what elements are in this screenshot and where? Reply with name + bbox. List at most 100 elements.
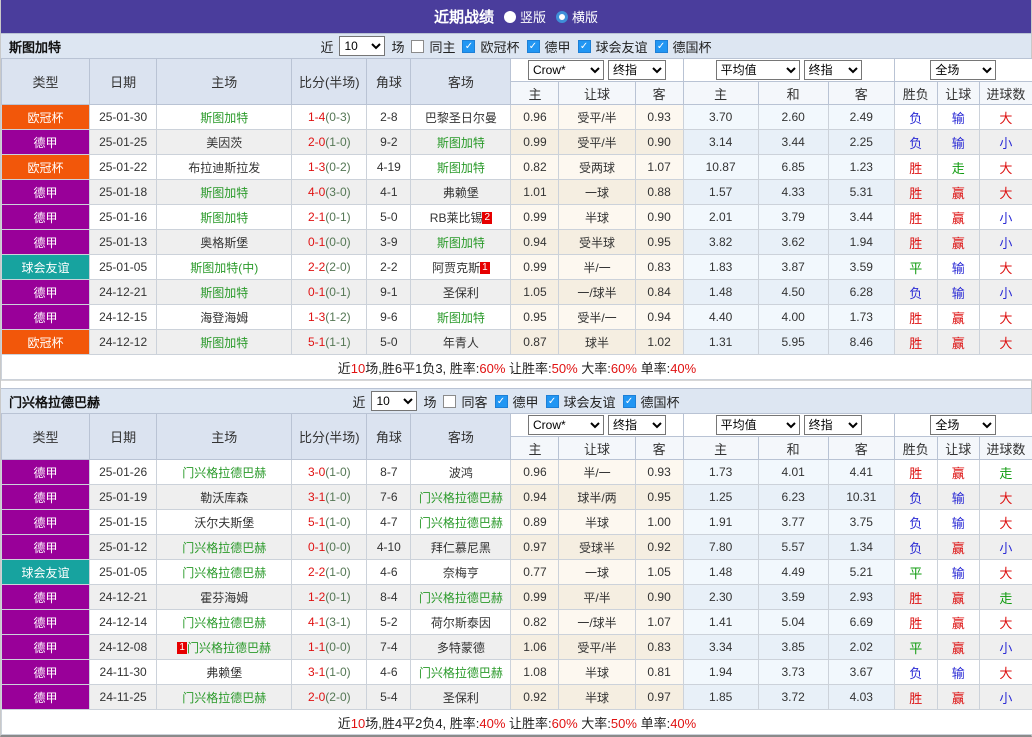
- match-date-cell: 24-11-30: [90, 660, 157, 685]
- average-odds-cell-2: 2.02: [828, 635, 894, 660]
- col-home-header: 主场: [157, 414, 292, 460]
- avg-odds-group-header: 平均值终指: [683, 59, 894, 82]
- result-cell-2: 走: [979, 585, 1032, 610]
- average-odds-cell-1: 6.23: [758, 485, 828, 510]
- match-date-cell: 25-01-18: [90, 180, 157, 205]
- summary-text: 场,胜6平1负3, 胜率:: [365, 361, 479, 376]
- competition-checkbox-2[interactable]: ✓: [578, 40, 591, 53]
- fulltime-score: 3-0: [308, 465, 325, 479]
- average-odds-cell-2: 3.44: [828, 205, 894, 230]
- handicap-odds-cell-1: 半/一: [559, 460, 635, 485]
- average-odds-cell-2: 6.28: [828, 280, 894, 305]
- result-cell-2: 大: [979, 330, 1032, 355]
- match-date-cell: 25-01-16: [90, 205, 157, 230]
- average-select[interactable]: 平均值: [716, 415, 800, 435]
- team-name-text: 阿贾克斯: [432, 261, 480, 275]
- layout-radio-horizontal[interactable]: 横版: [556, 7, 598, 26]
- home-team-cell: 沃尔夫斯堡: [157, 510, 292, 535]
- fulltime-score: 0-1: [308, 285, 325, 299]
- result-cell-1: 赢: [937, 305, 979, 330]
- period-select[interactable]: 全场: [930, 60, 996, 80]
- corner-cell: 7-4: [367, 635, 411, 660]
- result-cell-0: 负: [894, 105, 937, 130]
- handicap-odds-cell-0: 0.82: [511, 155, 559, 180]
- filter-games-label: 场: [423, 392, 436, 411]
- subheader-6: 胜负: [894, 437, 937, 460]
- competition-type-cell: 德甲: [2, 205, 90, 230]
- score-cell: 3-1(1-0): [292, 485, 367, 510]
- handicap-odds-cell-2: 0.95: [635, 230, 683, 255]
- halftime-score: (0-1): [325, 285, 350, 299]
- average-odds-cell-0: 2.30: [683, 585, 758, 610]
- result-cell-0: 负: [894, 485, 937, 510]
- same-venue-checkbox[interactable]: [411, 40, 424, 53]
- corner-cell: 5-2: [367, 610, 411, 635]
- result-cell-2: 大: [979, 610, 1032, 635]
- period-select[interactable]: 全场: [930, 415, 996, 435]
- average-odds-cell-1: 5.57: [758, 535, 828, 560]
- bookmaker-select[interactable]: Crow*: [528, 60, 604, 80]
- home-team-cell: 布拉迪斯拉发: [157, 155, 292, 180]
- same-venue-checkbox[interactable]: [443, 395, 456, 408]
- avg-stage-select[interactable]: 终指: [804, 60, 862, 80]
- home-team-cell: 美因茨: [157, 130, 292, 155]
- match-row: 德甲25-01-15沃尔夫斯堡5-1(1-0)4-7门兴格拉德巴赫0.89半球1…: [2, 510, 1032, 535]
- match-row: 德甲25-01-12门兴格拉德巴赫0-1(0-0)4-10拜仁慕尼黑0.97受球…: [2, 535, 1032, 560]
- odds-stage-select[interactable]: 终指: [608, 415, 666, 435]
- average-odds-cell-0: 1.25: [683, 485, 758, 510]
- away-team-cell: 门兴格拉德巴赫: [411, 660, 511, 685]
- result-cell-2: 小: [979, 230, 1032, 255]
- handicap-odds-cell-0: 0.95: [511, 305, 559, 330]
- handicap-odds-cell-2: 0.92: [635, 535, 683, 560]
- average-odds-cell-2: 3.67: [828, 660, 894, 685]
- odds-stage-select[interactable]: 终指: [608, 60, 666, 80]
- avg-stage-select[interactable]: 终指: [804, 415, 862, 435]
- average-odds-cell-0: 1.48: [683, 560, 758, 585]
- average-odds-cell-2: 5.21: [828, 560, 894, 585]
- halftime-score: (0-3): [325, 110, 350, 124]
- team-name-text: 巴黎圣日尔曼: [425, 111, 497, 125]
- average-odds-cell-0: 1.85: [683, 685, 758, 710]
- competition-checkbox-1[interactable]: ✓: [527, 40, 540, 53]
- result-cell-2: 大: [979, 510, 1032, 535]
- competition-type-cell: 德甲: [2, 610, 90, 635]
- average-odds-cell-2: 2.49: [828, 105, 894, 130]
- score-cell: 2-0(2-0): [292, 685, 367, 710]
- match-date-cell: 24-11-25: [90, 685, 157, 710]
- result-cell-0: 胜: [894, 585, 937, 610]
- bookmaker-select[interactable]: Crow*: [528, 415, 604, 435]
- competition-type-cell: 德甲: [2, 180, 90, 205]
- away-team-cell: 年青人: [411, 330, 511, 355]
- summary-stat-value: 10: [351, 716, 365, 731]
- subheader-4: 和: [758, 82, 828, 105]
- score-cell: 3-1(1-0): [292, 660, 367, 685]
- handicap-odds-cell-1: 半球: [559, 510, 635, 535]
- competition-checkbox-0[interactable]: ✓: [495, 395, 508, 408]
- competition-checkbox-3[interactable]: ✓: [655, 40, 668, 53]
- competition-type-cell: 德甲: [2, 685, 90, 710]
- away-team-cell: 弗赖堡: [411, 180, 511, 205]
- competition-checkbox-2[interactable]: ✓: [623, 395, 636, 408]
- handicap-odds-cell-1: 受半球: [559, 230, 635, 255]
- match-count-select[interactable]: 10: [339, 36, 385, 56]
- score-cell: 2-1(0-1): [292, 205, 367, 230]
- layout-radio-vertical[interactable]: 竖版: [504, 7, 546, 26]
- col-away-header: 客场: [411, 414, 511, 460]
- result-cell-2: 小: [979, 205, 1032, 230]
- match-date-cell: 25-01-30: [90, 105, 157, 130]
- handicap-odds-cell-0: 1.01: [511, 180, 559, 205]
- average-odds-cell-1: 3.79: [758, 205, 828, 230]
- result-cell-0: 平: [894, 255, 937, 280]
- average-odds-cell-0: 1.73: [683, 460, 758, 485]
- average-odds-cell-0: 1.57: [683, 180, 758, 205]
- handicap-odds-cell-2: 1.02: [635, 330, 683, 355]
- competition-checkbox-0[interactable]: ✓: [462, 40, 475, 53]
- competition-checkbox-1[interactable]: ✓: [546, 395, 559, 408]
- average-odds-cell-0: 7.80: [683, 535, 758, 560]
- average-select[interactable]: 平均值: [716, 60, 800, 80]
- score-cell: 0-1(0-0): [292, 230, 367, 255]
- handicap-odds-cell-2: 0.94: [635, 305, 683, 330]
- corner-cell: 5-0: [367, 205, 411, 230]
- match-count-select[interactable]: 10: [371, 391, 417, 411]
- match-row: 德甲25-01-18斯图加特4-0(3-0)4-1弗赖堡1.01一球0.881.…: [2, 180, 1032, 205]
